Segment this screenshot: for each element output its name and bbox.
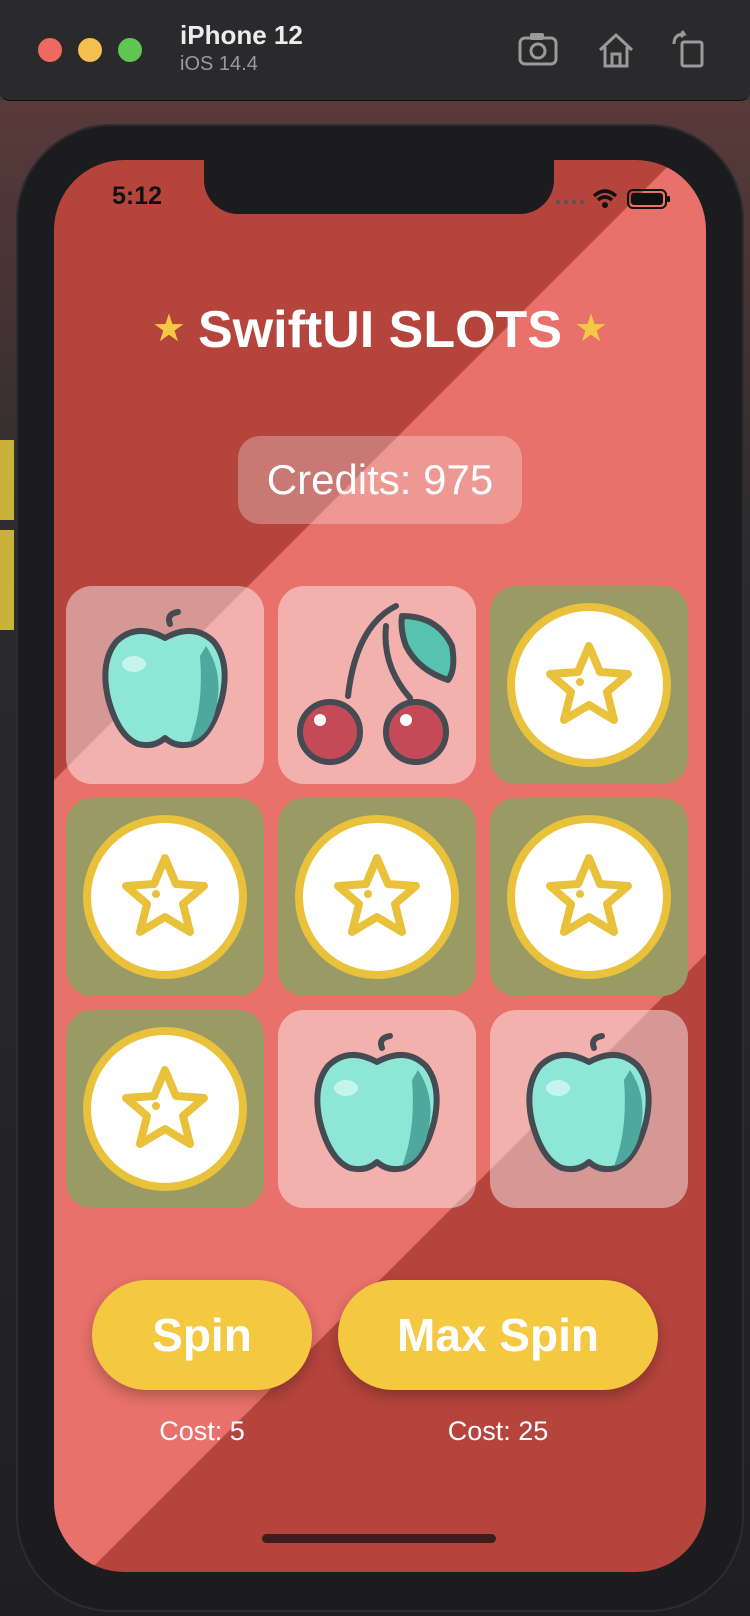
close-window-button[interactable] [38,38,62,62]
star-icon: ★ [574,308,609,350]
star-symbol [507,603,671,767]
slot-grid [66,586,696,1216]
slot-cell [66,1010,264,1208]
app-title-text: SwiftUI SLOTS [198,301,562,359]
desktop-window-edge [0,530,14,630]
iphone-device-frame: 5:12 ★ SwiftUI SLOTS ★ Credits: 975 Spin… [16,124,744,1612]
apple-icon [102,609,228,749]
slot-cell [66,798,264,996]
star-coin-icon [507,603,671,767]
app-screen: 5:12 ★ SwiftUI SLOTS ★ Credits: 975 Spin… [54,160,706,1572]
slot-cell [278,586,476,784]
desktop-window-edge [0,440,14,520]
slot-cell [66,586,264,784]
apple-symbol [314,1033,440,1173]
status-time: 5:12 [112,182,163,210]
star-coin-icon [83,815,247,979]
apple-symbol [102,609,228,749]
apple-icon [314,1033,440,1173]
apple-icon [526,1033,652,1173]
minimize-window-button[interactable] [78,38,102,62]
slot-cell [490,798,688,996]
device-name: iPhone 12 [180,20,303,50]
app-title: ★ SwiftUI SLOTS ★ [54,300,706,360]
device-notch [204,160,554,214]
star-coin-icon [507,815,671,979]
star-coin-icon [295,815,459,979]
simulator-titlebar: iPhone 12 iOS 14.4 [0,0,750,101]
status-icons [556,189,670,209]
slot-cell [490,1010,688,1208]
apple-symbol [526,1033,652,1173]
star-symbol [295,815,459,979]
star-symbol [83,1027,247,1191]
signal-icon [556,200,584,204]
star-icon: ★ [151,308,186,350]
home-icon[interactable] [594,30,638,70]
slot-cell [490,586,688,784]
zoom-window-button[interactable] [118,38,142,62]
star-symbol [83,815,247,979]
star-coin-icon [83,1027,247,1191]
max-spin-cost-label: Cost: 25 [447,1416,549,1446]
slot-cell [278,798,476,996]
os-version: iOS 14.4 [180,53,258,75]
credits-badge: Credits: 975 [238,436,522,524]
spin-cost-label: Cost: 5 [159,1416,245,1446]
rotate-icon[interactable] [668,30,712,70]
wifi-icon [592,189,618,208]
cherry-icon [297,603,457,765]
spin-button[interactable]: Spin [92,1280,312,1390]
home-indicator [262,1534,496,1543]
max-spin-button[interactable]: Max Spin [338,1280,658,1390]
screenshot-icon[interactable] [516,30,560,70]
cherry-symbol [297,603,457,765]
battery-icon [627,189,670,209]
slot-cell [278,1010,476,1208]
star-symbol [507,815,671,979]
